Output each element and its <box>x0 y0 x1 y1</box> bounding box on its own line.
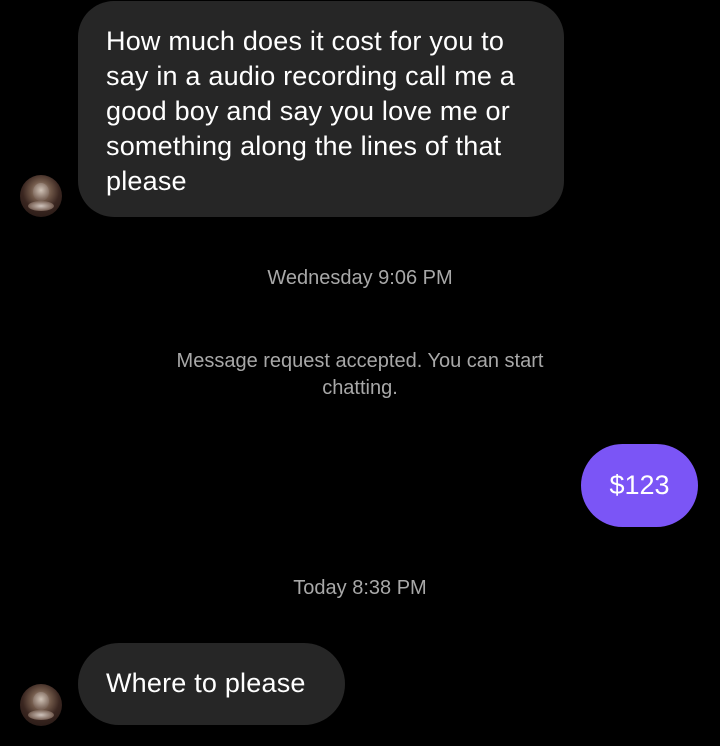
message-text: How much does it cost for you to say in … <box>106 26 516 196</box>
incoming-message-bubble[interactable]: Where to please <box>78 643 345 725</box>
message-timestamp: Today 8:38 PM <box>293 577 427 599</box>
message-text: Where to please <box>106 668 306 698</box>
system-notice: Message request accepted. You can start … <box>176 350 544 399</box>
message-timestamp: Wednesday 9:06 PM <box>267 267 453 289</box>
avatar-face-graphic <box>33 183 49 201</box>
sender-avatar[interactable] <box>20 684 62 726</box>
avatar-face-graphic <box>33 692 49 710</box>
avatar-detail-graphic <box>28 710 54 720</box>
avatar-detail-graphic <box>28 201 54 211</box>
message-text: $123 <box>609 470 670 500</box>
sender-avatar[interactable] <box>20 175 62 217</box>
outgoing-message-bubble[interactable]: $123 <box>581 444 698 527</box>
incoming-message-bubble[interactable]: How much does it cost for you to say in … <box>78 1 564 217</box>
